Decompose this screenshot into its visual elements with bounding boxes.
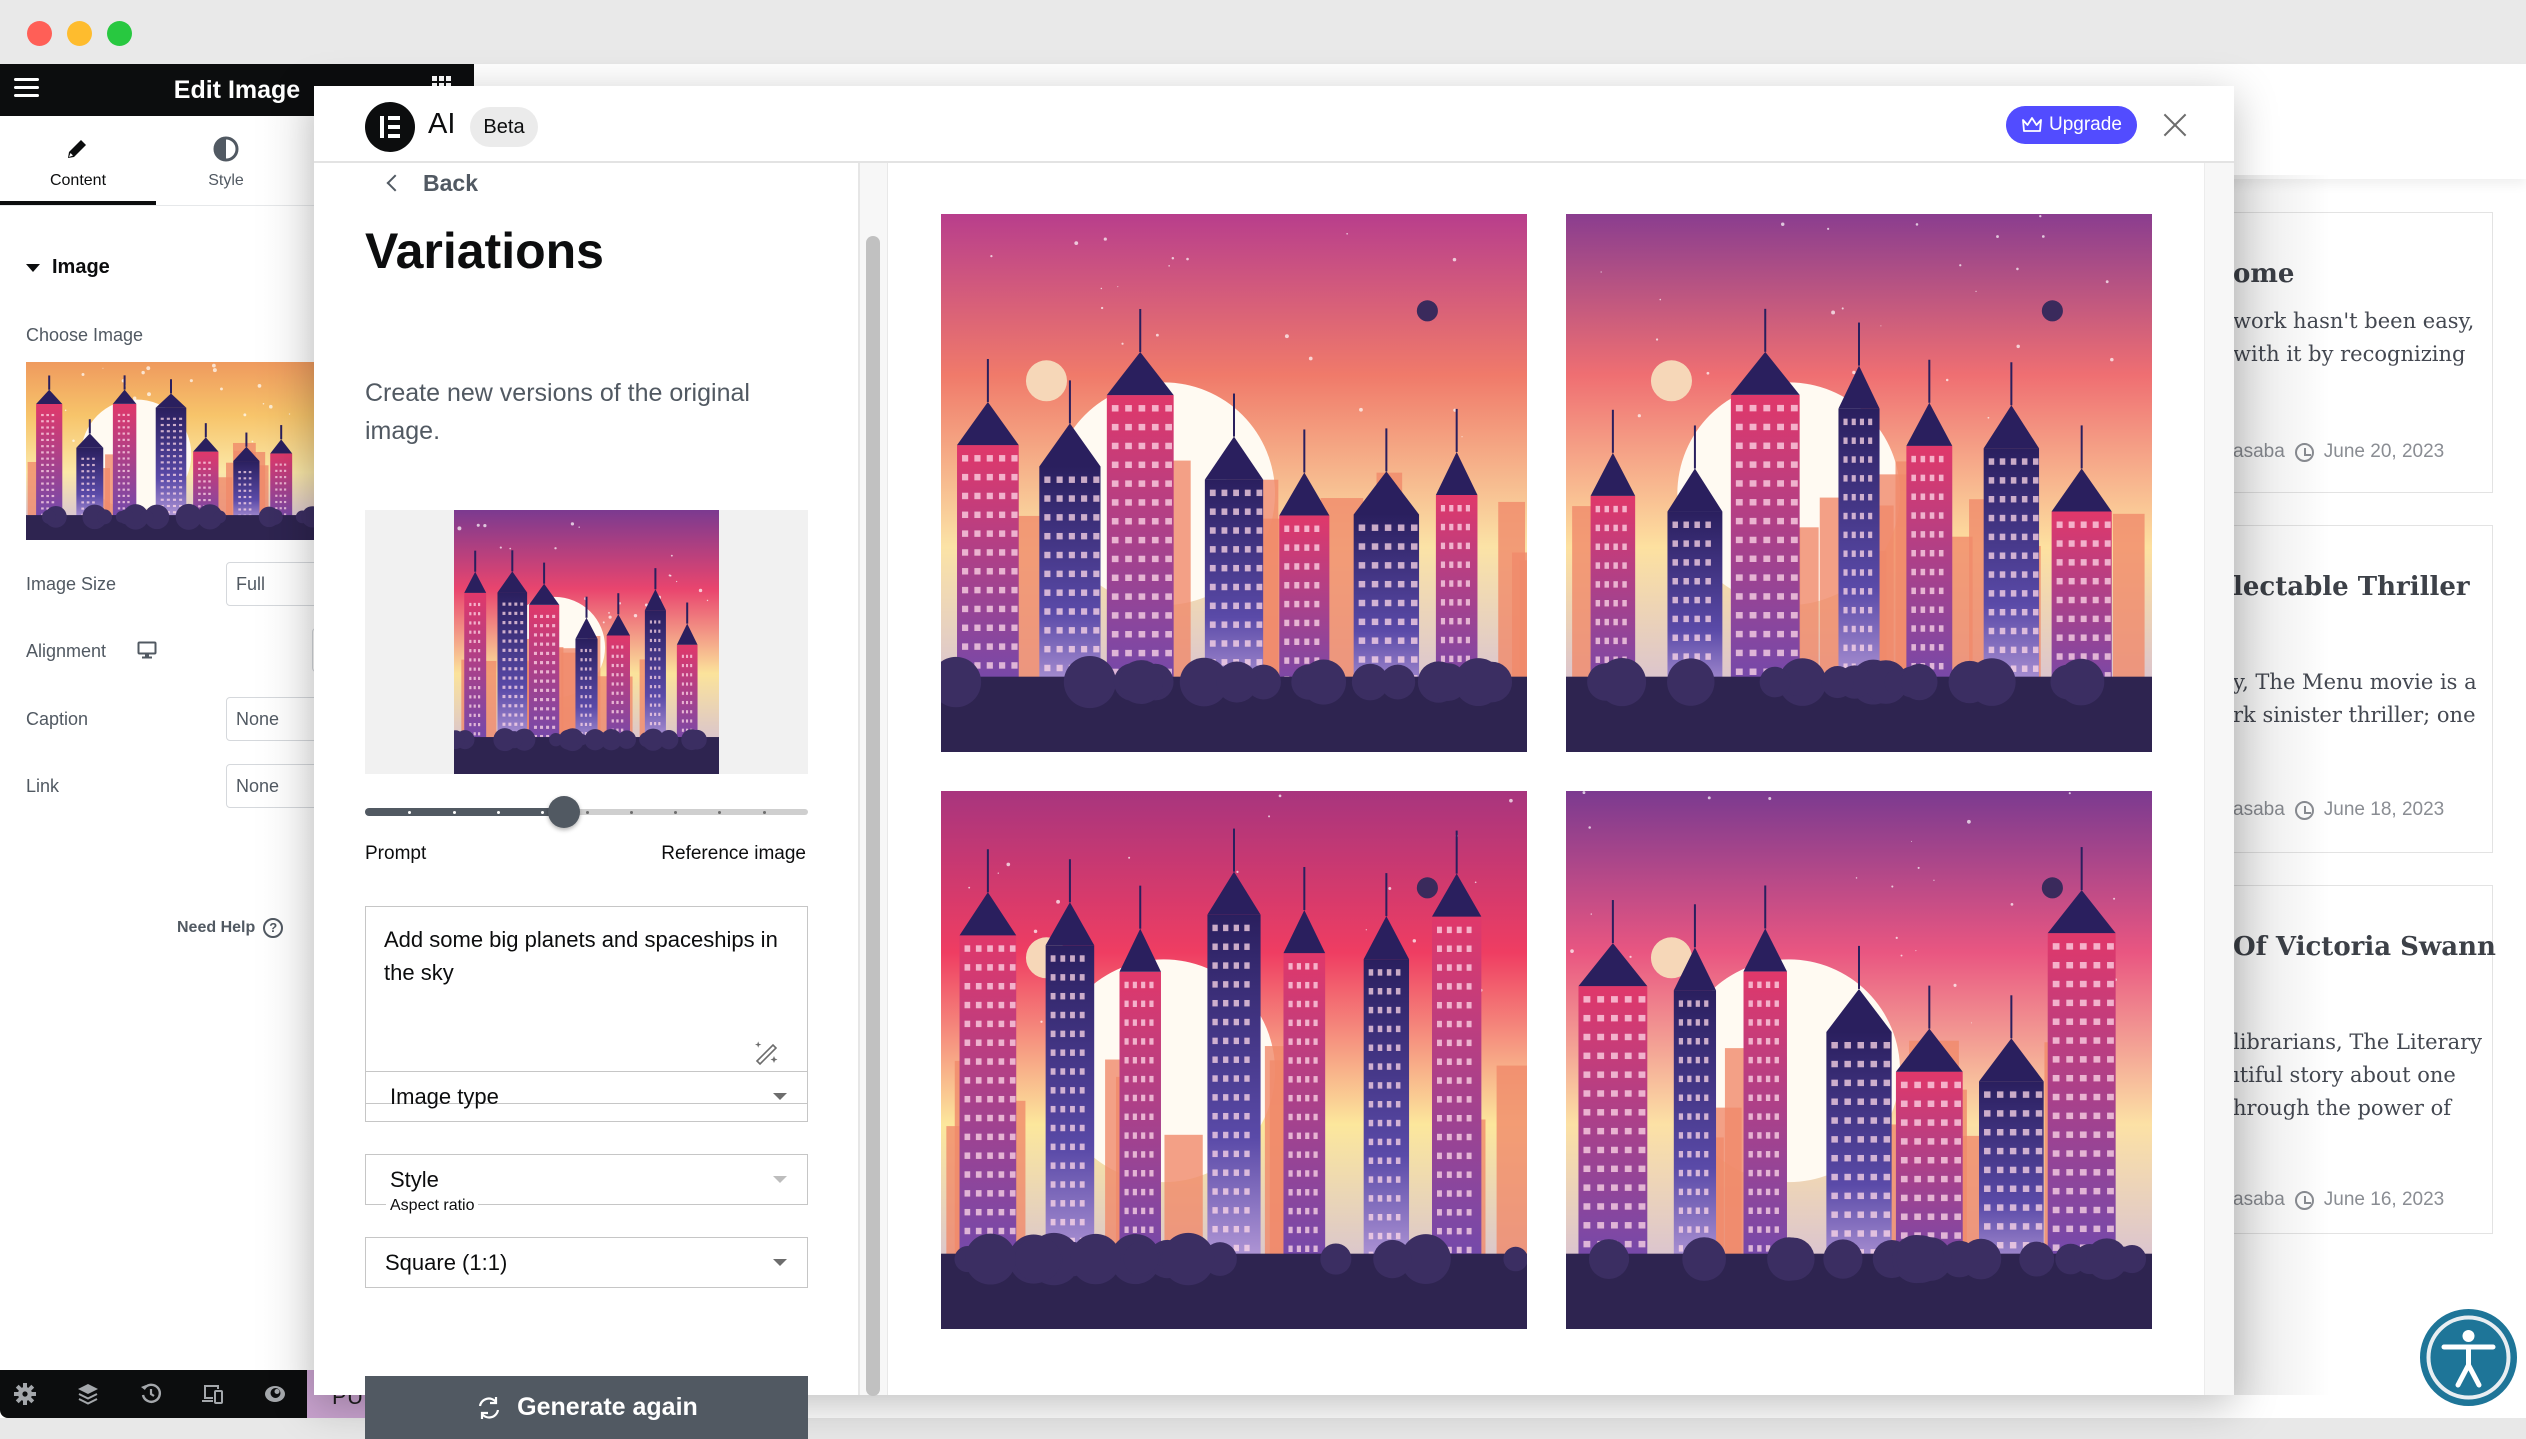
beta-badge: Beta: [470, 107, 538, 147]
image-chooser-preview[interactable]: [26, 362, 316, 540]
crown-icon: [2022, 117, 2042, 132]
window-titlebar: [0, 0, 2526, 64]
half-circle-icon: [213, 136, 239, 162]
accessibility-icon: [2426, 1315, 2511, 1400]
slider-label-prompt: Prompt: [365, 843, 427, 864]
style-placeholder: Style: [390, 1167, 439, 1192]
caret-down-icon: [26, 263, 40, 272]
page-description: Create new versions of the original imag…: [365, 379, 750, 445]
choose-image-label: Choose Image: [26, 325, 144, 345]
variations-grid: [889, 163, 2204, 1395]
tab-label: Style: [208, 172, 244, 189]
variation-art: [941, 791, 1527, 1329]
ai-modal: AI Beta Upgrade Back Variations Create n…: [314, 86, 2234, 1439]
desktop-icon[interactable]: [137, 641, 157, 659]
layers-icon[interactable]: [76, 1382, 100, 1406]
window-minimize-button[interactable]: [67, 21, 92, 46]
variation-image-1[interactable]: [941, 214, 1527, 752]
section-title: Image: [52, 256, 110, 278]
caret-down-icon: [773, 1176, 787, 1183]
section-toggle-image[interactable]: Image: [26, 256, 110, 279]
tab-content[interactable]: Content: [0, 116, 156, 204]
window-close-button[interactable]: [27, 21, 52, 46]
control-label: Image Size: [26, 574, 117, 594]
elementor-logo-icon: [365, 102, 415, 152]
reference-image: [454, 510, 719, 774]
variation-image-2[interactable]: [1566, 214, 2152, 752]
slider-tick: [629, 811, 633, 814]
scrollbar-thumb[interactable]: [866, 236, 880, 1396]
upgrade-button[interactable]: Upgrade: [2006, 106, 2137, 144]
caret-down-icon: [773, 1093, 787, 1100]
accessibility-button[interactable]: [2416, 1305, 2521, 1410]
variation-art: [941, 214, 1527, 752]
eye-icon[interactable]: [263, 1382, 287, 1406]
modal-header: AI Beta Upgrade: [314, 86, 2234, 163]
variation-art: [1566, 214, 2152, 752]
pencil-icon: [68, 140, 86, 158]
gear-icon[interactable]: [13, 1382, 37, 1406]
post-date: June 16, 2023: [2323, 1189, 2445, 1210]
chevron-left-icon: [386, 174, 404, 192]
prompt-reference-slider[interactable]: [365, 795, 808, 829]
variation-image-4[interactable]: [1566, 791, 2152, 1329]
need-help-link[interactable]: Need Help ?: [177, 918, 284, 938]
image-thumbnail: [26, 362, 316, 540]
modal-brand: AI: [428, 108, 456, 140]
editor-footer: [0, 1370, 307, 1418]
tab-label: Content: [49, 172, 107, 189]
aspect-ratio-select[interactable]: Square (1:1): [365, 1237, 808, 1288]
slider-tick: [585, 811, 589, 814]
reference-image-frame: [365, 510, 808, 774]
slider-tick: [496, 811, 500, 814]
control-label: Caption: [26, 709, 89, 729]
back-button[interactable]: Back: [386, 163, 478, 203]
variation-image-3[interactable]: [941, 791, 1527, 1329]
aspect-ratio-value: Square (1:1): [385, 1250, 508, 1275]
help-icon: ?: [263, 918, 284, 938]
page-title: Variations: [365, 223, 604, 279]
reference-image-art: [454, 510, 719, 774]
variation-art: [1566, 791, 2152, 1329]
window-zoom-button[interactable]: [107, 21, 132, 46]
slider-tick: [452, 811, 456, 814]
post-date: June 20, 2023: [2323, 441, 2445, 462]
responsive-icon[interactable]: [201, 1382, 225, 1406]
refresh-icon: [479, 1396, 500, 1419]
tab-style[interactable]: Style: [148, 116, 304, 204]
image-type-placeholder: Image type: [390, 1084, 499, 1109]
slider-fill: [365, 808, 565, 816]
generate-again-button[interactable]: Generate again: [365, 1376, 808, 1439]
post-date: June 18, 2023: [2323, 799, 2445, 820]
upgrade-label: Upgrade: [2049, 114, 2122, 135]
control-label: Alignment: [26, 641, 107, 661]
image-type-select[interactable]: Image type: [365, 1071, 808, 1122]
slider-tick: [762, 811, 766, 814]
slider-label-reference: Reference image: [661, 843, 806, 864]
close-icon[interactable]: [2162, 112, 2188, 138]
caret-down-icon: [773, 1259, 787, 1266]
modal-shadow: [2230, 175, 2330, 1395]
history-icon[interactable]: [139, 1382, 163, 1406]
control-label: Link: [26, 776, 60, 796]
need-help-label: Need Help: [177, 919, 256, 936]
slider-thumb[interactable]: [548, 796, 581, 828]
magic-wand-icon[interactable]: [752, 1040, 780, 1068]
back-label: Back: [423, 169, 478, 196]
variations-form: Back Variations Create new versions of t…: [314, 163, 860, 1439]
aspect-ratio-label: Aspect ratio: [386, 1197, 479, 1215]
scrollbar-track[interactable]: [2204, 163, 2234, 1395]
